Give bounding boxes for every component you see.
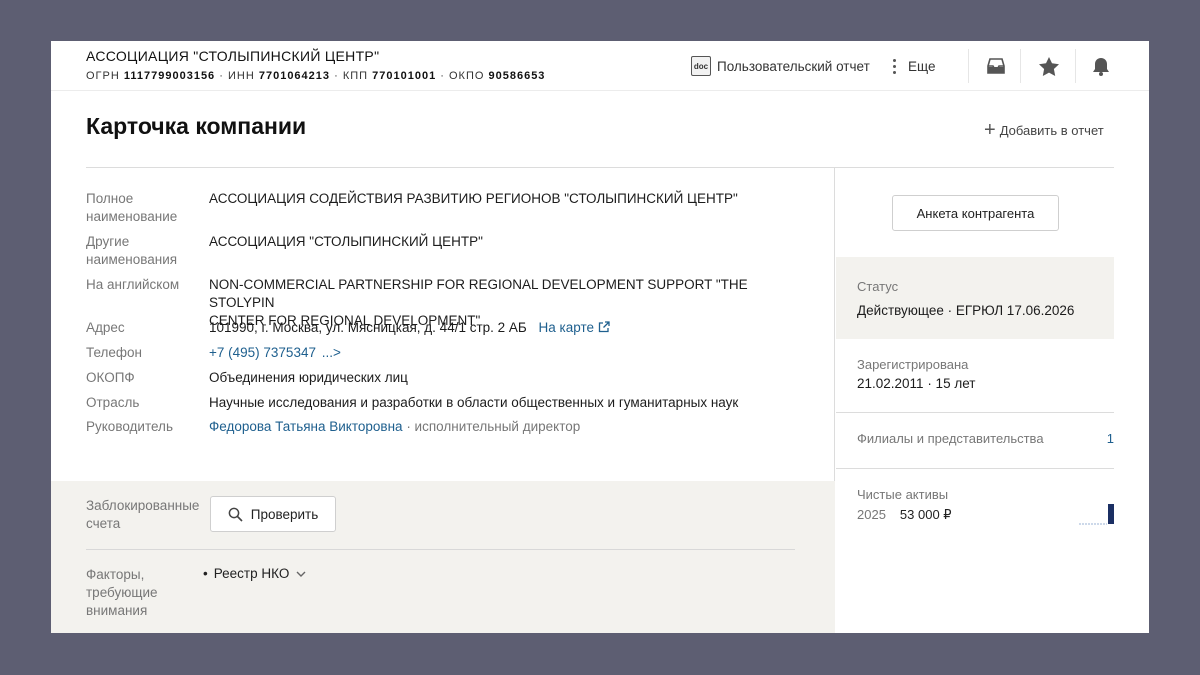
net-assets-sparkline — [1079, 503, 1114, 525]
sidebar-divider — [836, 412, 1114, 413]
main-details: Полное наименование АССОЦИАЦИЯ СОДЕЙСТВИ… — [51, 168, 835, 633]
director-value: Федорова Татьяна Викторовна · исполнител… — [209, 418, 809, 436]
custom-report-button[interactable]: doc Пользовательский отчет — [691, 55, 870, 77]
net-assets-bar — [1108, 504, 1114, 524]
full-name-value: АССОЦИАЦИЯ СОДЕЙСТВИЯ РАЗВИТИЮ РЕГИОНОВ … — [209, 191, 738, 206]
factor-nko-registry[interactable]: • Реестр НКО — [203, 566, 306, 581]
english-name-label: На английском — [86, 277, 180, 292]
codes-separator: · — [440, 70, 445, 82]
okpo-value: 90586653 — [488, 70, 546, 82]
add-to-report-label: Добавить в отчет — [999, 122, 1104, 138]
net-assets-row: 2025 53 000 ₽ — [857, 507, 952, 523]
toolbar-divider — [1075, 49, 1076, 83]
top-bar: АССОЦИАЦИЯ "СТОЛЫПИНСКИЙ ЦЕНТР" ОГРН 111… — [51, 41, 1149, 91]
address-value: 101990, г. Москва, ул. Мясницкая, д. 44/… — [209, 319, 809, 337]
registered-value: 21.02.2011 · 15 лет — [857, 376, 976, 391]
toolbar-divider — [1020, 49, 1021, 83]
inbox-icon[interactable] — [983, 53, 1009, 79]
phone-value: +7 (495) 7375347 ...> — [209, 344, 809, 362]
page-title: Карточка компании — [86, 113, 307, 139]
ogrn-label: ОГРН — [86, 70, 120, 82]
company-card-window: АССОЦИАЦИЯ "СТОЛЫПИНСКИЙ ЦЕНТР" ОГРН 111… — [51, 41, 1149, 633]
net-assets-label: Чистые активы — [857, 487, 949, 502]
phone-more-link[interactable]: ...> — [322, 345, 341, 360]
okpo-label: ОКПО — [448, 70, 485, 82]
industry-value: Научные исследования и разработки в обла… — [209, 395, 739, 410]
phone-link[interactable]: +7 (495) 7375347 — [209, 345, 316, 360]
okopf-label: ОКОПФ — [86, 370, 135, 385]
external-link-icon — [598, 321, 610, 333]
net-assets-year: 2025 — [857, 507, 886, 522]
inn-value: 7701064213 — [258, 70, 331, 82]
factors-label: Факторы, требующие внимания — [86, 567, 158, 618]
inn-label: ИНН — [227, 70, 255, 82]
branches-count[interactable]: 1 — [1107, 431, 1114, 446]
address-label: Адрес — [86, 320, 125, 335]
director-link[interactable]: Федорова Татьяна Викторовна — [209, 419, 403, 434]
blocked-accounts-label: Заблокированные счета — [86, 498, 200, 531]
registered-label: Зарегистрирована — [857, 357, 969, 372]
phone-label: Телефон — [86, 345, 143, 360]
search-icon — [228, 507, 243, 522]
status-label: Статус — [857, 279, 899, 294]
director-label: Руководитель — [86, 419, 173, 434]
map-link[interactable]: На карте — [539, 320, 610, 335]
okopf-value: Объединения юридических лиц — [209, 370, 408, 385]
chevron-down-icon — [296, 571, 306, 577]
other-names-label: Другие наименования — [86, 234, 178, 267]
star-icon[interactable] — [1036, 53, 1062, 79]
check-blocked-accounts-button[interactable]: Проверить — [210, 496, 336, 532]
kpp-value: 770101001 — [372, 70, 437, 82]
summary-sidebar: Анкета контрагента Статус Действующее · … — [836, 168, 1114, 633]
counterparty-form-button[interactable]: Анкета контрагента — [892, 195, 1059, 231]
custom-report-label: Пользовательский отчет — [717, 58, 870, 74]
ogrn-value: 1117799003156 — [123, 70, 216, 82]
vertical-dots-icon — [893, 58, 896, 74]
status-value: Действующее · ЕГРЮЛ 17.06.2026 — [857, 303, 1075, 318]
doc-icon: doc — [691, 56, 711, 76]
company-codes: ОГРН 1117799003156 · ИНН 7701064213 · КП… — [86, 70, 545, 82]
codes-separator: · — [219, 70, 224, 82]
panel-divider — [86, 549, 795, 550]
plus-icon: + — [984, 119, 996, 141]
toolbar-divider — [968, 49, 969, 83]
company-name: АССОЦИАЦИЯ "СТОЛЫПИНСКИЙ ЦЕНТР" — [86, 48, 380, 64]
bell-icon[interactable] — [1088, 53, 1114, 79]
checks-panel: Заблокированные счета Проверить Факторы,… — [51, 481, 835, 633]
add-to-report-button[interactable]: + Добавить в отчет — [984, 119, 1104, 141]
full-name-label: Полное наименование — [86, 191, 178, 224]
net-assets-value: 53 000 ₽ — [899, 507, 952, 522]
more-button[interactable]: Еще — [893, 55, 935, 77]
more-label: Еще — [908, 58, 936, 74]
other-names-value: АССОЦИАЦИЯ "СТОЛЫПИНСКИЙ ЦЕНТР" — [209, 234, 483, 249]
branches-label[interactable]: Филиалы и представительства — [857, 431, 1044, 446]
status-block: Статус Действующее · ЕГРЮЛ 17.06.2026 — [836, 257, 1114, 339]
codes-separator: · — [334, 70, 339, 82]
director-role: · исполнительный директор — [406, 419, 581, 434]
sidebar-divider — [836, 468, 1114, 469]
industry-label: Отрасль — [86, 395, 140, 410]
kpp-label: КПП — [342, 70, 369, 82]
